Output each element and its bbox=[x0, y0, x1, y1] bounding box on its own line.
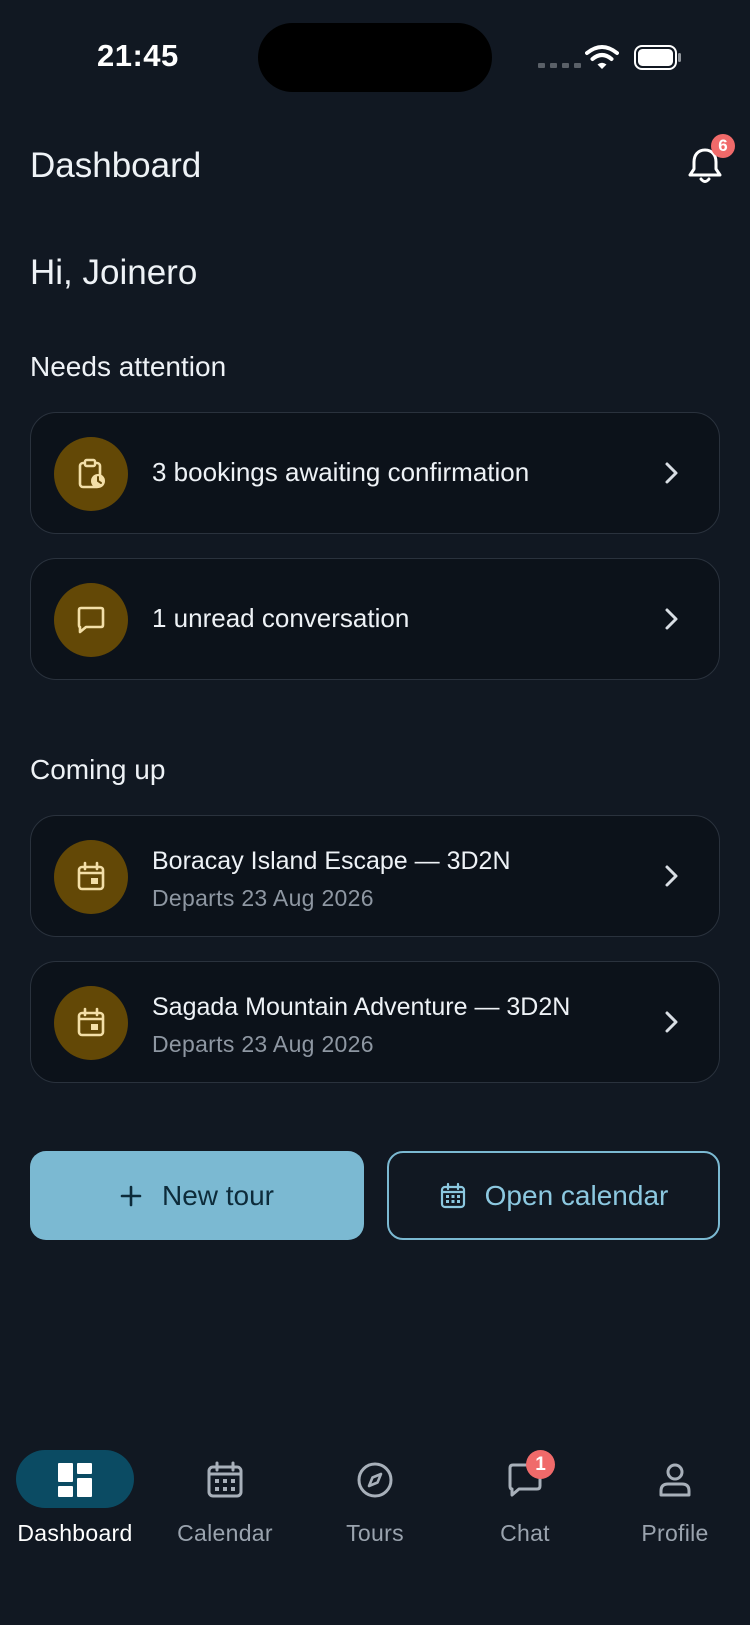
calendar-icon bbox=[54, 840, 128, 914]
tour-departure: Departs 23 Aug 2026 bbox=[152, 1031, 374, 1057]
wifi-icon bbox=[585, 45, 619, 69]
open-calendar-label: Open calendar bbox=[484, 1179, 669, 1211]
section-title-needs-attention: Needs attention bbox=[30, 351, 227, 382]
nav-label: Calendar bbox=[177, 1520, 273, 1546]
chevron-right-icon bbox=[665, 865, 678, 887]
nav-item-profile[interactable]: Profile bbox=[600, 1450, 750, 1560]
status-time: 21:45 bbox=[97, 38, 179, 73]
chat-unread-badge: 1 bbox=[526, 1450, 555, 1479]
dashboard-screen: 21:45 Dashboard 6 Hi, Joinero Needs atte… bbox=[0, 0, 750, 1625]
nav-label: Tours bbox=[346, 1520, 404, 1546]
nav-label: Profile bbox=[641, 1520, 709, 1546]
profile-icon bbox=[659, 1463, 691, 1497]
calendar-icon bbox=[207, 1461, 243, 1498]
new-tour-button[interactable]: New tour bbox=[30, 1151, 364, 1240]
nav-item-tours[interactable]: Tours bbox=[300, 1450, 450, 1560]
dashboard-icon bbox=[58, 1463, 92, 1497]
clipboard-clock-icon bbox=[54, 437, 128, 511]
section-title-coming-up: Coming up bbox=[30, 754, 166, 785]
tour-card[interactable]: Boracay Island Escape — 3D2N Departs 23 … bbox=[30, 815, 720, 937]
attention-card-bookings[interactable]: 3 bookings awaiting confirmation bbox=[30, 412, 720, 534]
attention-label: 1 unread conversation bbox=[152, 603, 410, 633]
dynamic-island bbox=[258, 23, 492, 92]
greeting: Hi, Joinero bbox=[30, 253, 198, 292]
nav-item-dashboard[interactable]: Dashboard bbox=[0, 1450, 150, 1560]
calendar-icon bbox=[440, 1182, 465, 1208]
open-calendar-button[interactable]: Open calendar bbox=[387, 1151, 720, 1240]
new-tour-label: New tour bbox=[161, 1179, 275, 1211]
battery-icon bbox=[634, 45, 681, 70]
nav-item-calendar[interactable]: Calendar bbox=[150, 1450, 300, 1560]
page-title: Dashboard bbox=[30, 146, 202, 185]
nav-item-chat[interactable]: Chat bbox=[450, 1450, 600, 1560]
chat-bubble-icon bbox=[54, 583, 128, 657]
tour-departure: Departs 23 Aug 2026 bbox=[152, 885, 374, 911]
compass-icon bbox=[357, 1462, 393, 1498]
attention-label: 3 bookings awaiting confirmation bbox=[152, 457, 530, 487]
nav-label: Dashboard bbox=[17, 1520, 133, 1546]
tour-card[interactable]: Sagada Mountain Adventure — 3D2N Departs… bbox=[30, 961, 720, 1083]
chevron-right-icon bbox=[665, 462, 678, 484]
calendar-icon bbox=[54, 986, 128, 1060]
tour-title: Sagada Mountain Adventure — 3D2N bbox=[152, 993, 571, 1021]
tour-title: Boracay Island Escape — 3D2N bbox=[152, 847, 511, 875]
chevron-right-icon bbox=[665, 608, 678, 630]
cellular-signal-icon bbox=[538, 63, 581, 68]
plus-icon bbox=[120, 1185, 142, 1206]
chevron-right-icon bbox=[665, 1011, 678, 1033]
attention-card-conversations[interactable]: 1 unread conversation bbox=[30, 558, 720, 680]
notification-badge: 6 bbox=[711, 134, 735, 158]
nav-label: Chat bbox=[500, 1520, 550, 1546]
